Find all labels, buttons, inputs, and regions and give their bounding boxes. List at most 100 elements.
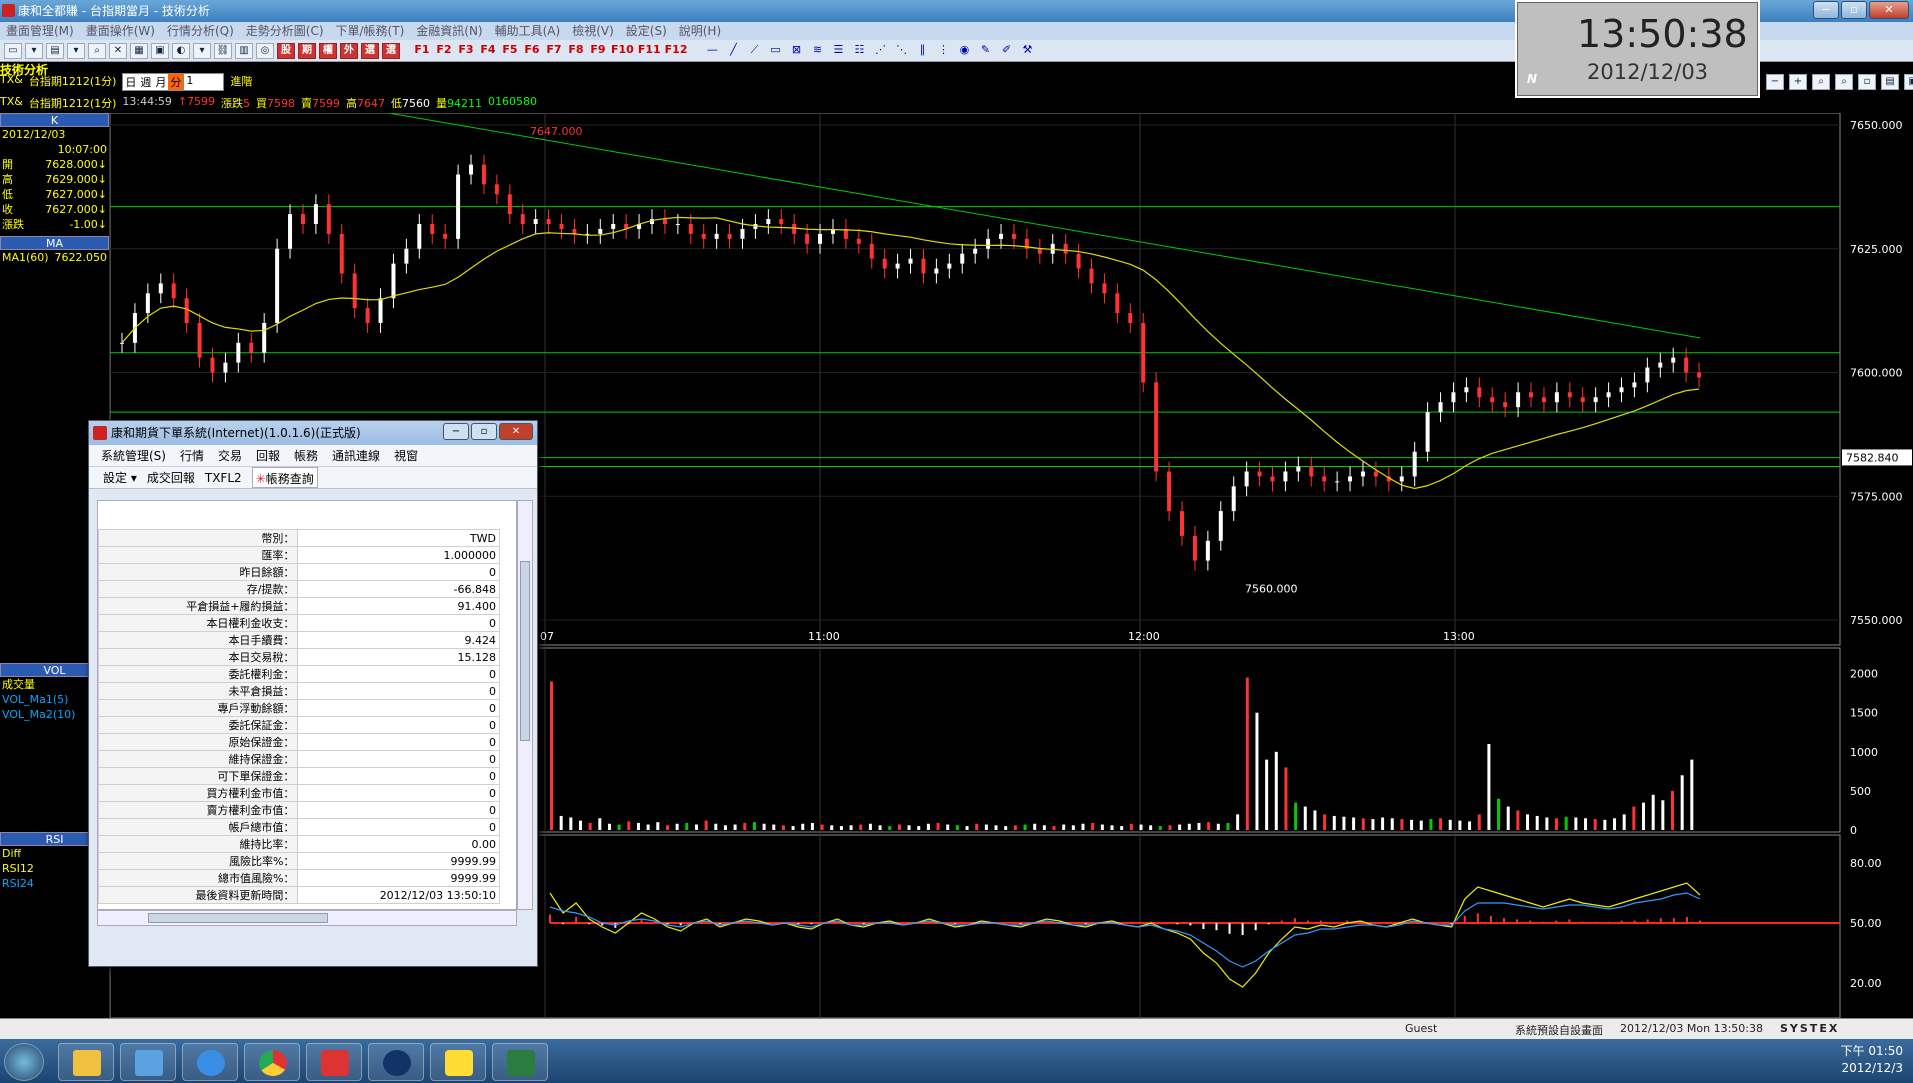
maximize-button[interactable]: ▫ bbox=[471, 423, 497, 440]
menu-item[interactable]: 行情分析(Q) bbox=[161, 22, 240, 40]
fkey-button[interactable]: F8 bbox=[567, 43, 585, 59]
lightning-app-icon[interactable] bbox=[430, 1043, 486, 1081]
fkey-button[interactable]: F4 bbox=[479, 43, 497, 59]
advanced-mode-label[interactable]: 進階 bbox=[230, 73, 252, 91]
excel-icon[interactable] bbox=[492, 1043, 548, 1081]
period-option-selected[interactable]: 分 bbox=[168, 74, 184, 90]
scroll-thumb[interactable] bbox=[520, 561, 530, 741]
quote-button[interactable]: 股 bbox=[277, 42, 295, 59]
link-icon[interactable]: ⛓ bbox=[214, 42, 232, 59]
dropdown-icon[interactable]: ▾ bbox=[193, 42, 211, 59]
layout-icon[interactable]: ▭ bbox=[4, 42, 22, 59]
grid-icon[interactable]: ▦ bbox=[130, 42, 148, 59]
layout-icon[interactable]: ▣ bbox=[1904, 74, 1913, 90]
fkey-button[interactable]: F6 bbox=[523, 43, 541, 59]
minimize-button[interactable]: − bbox=[1813, 1, 1839, 19]
period-option[interactable]: 月 bbox=[153, 74, 168, 90]
ray-tool-icon[interactable]: ⟋ bbox=[745, 43, 763, 59]
account-query-button[interactable]: ✳帳務查詢 bbox=[251, 467, 318, 488]
restore-icon[interactable]: ▫ bbox=[1858, 74, 1876, 90]
eraser-tool-icon[interactable]: ✐ bbox=[997, 43, 1015, 59]
fkey-button[interactable]: F3 bbox=[457, 43, 475, 59]
box-tool-icon[interactable]: ⊠ bbox=[787, 43, 805, 59]
concord-icon[interactable] bbox=[368, 1043, 424, 1081]
menu-item[interactable]: 說明(H) bbox=[673, 22, 727, 40]
channel-tool-icon[interactable]: ☰ bbox=[829, 43, 847, 59]
quote-button[interactable]: 期 bbox=[298, 42, 316, 59]
menu-item[interactable]: 下單/帳務(T) bbox=[330, 22, 411, 40]
settings-dropdown[interactable]: 設定 ▾ bbox=[103, 467, 137, 488]
chrome-icon[interactable] bbox=[244, 1043, 300, 1081]
quote-button[interactable]: 選 bbox=[361, 42, 379, 59]
pen-tool-icon[interactable]: ✎ bbox=[976, 43, 994, 59]
menu-item[interactable]: 金融資訊(N) bbox=[410, 22, 488, 40]
close-button[interactable]: ✕ bbox=[1869, 1, 1909, 19]
order-menu-item[interactable]: 系統管理(S) bbox=[101, 445, 166, 466]
trading-app-icon[interactable] bbox=[306, 1043, 362, 1081]
horizontal-scrollbar[interactable] bbox=[97, 910, 517, 926]
explorer-icon[interactable] bbox=[58, 1043, 114, 1081]
fill-report-button[interactable]: 成交回報 bbox=[147, 467, 195, 488]
period-option[interactable]: 週 bbox=[138, 74, 153, 90]
quote-button[interactable]: 外 bbox=[340, 42, 358, 59]
vertical-scrollbar[interactable] bbox=[517, 500, 533, 910]
order-menu-item[interactable]: 回報 bbox=[256, 445, 280, 466]
close-button[interactable]: ✕ bbox=[499, 423, 533, 440]
scroll-thumb[interactable] bbox=[148, 913, 328, 923]
save-icon[interactable]: ▤ bbox=[46, 42, 64, 59]
lines-tool-icon[interactable]: ∥ bbox=[913, 43, 931, 59]
menu-item[interactable]: 走勢分析圖(C) bbox=[240, 22, 330, 40]
dropdown-icon[interactable]: ▾ bbox=[25, 42, 43, 59]
order-menu-item[interactable]: 交易 bbox=[218, 445, 242, 466]
order-menu-item[interactable]: 行情 bbox=[180, 445, 204, 466]
zoom-icon[interactable]: ⌕ bbox=[88, 42, 106, 59]
fan-tool-icon[interactable]: ⋰ bbox=[871, 43, 889, 59]
menu-item[interactable]: 輔助工具(A) bbox=[489, 22, 567, 40]
fkey-button[interactable]: F1 bbox=[413, 43, 431, 59]
chart-icon[interactable]: ◐ bbox=[172, 42, 190, 59]
fkey-button[interactable]: F12 bbox=[665, 43, 688, 59]
book-icon[interactable] bbox=[120, 1043, 176, 1081]
fkey-button[interactable]: F2 bbox=[435, 43, 453, 59]
menu-item[interactable]: 設定(S) bbox=[620, 22, 673, 40]
ie-icon[interactable] bbox=[182, 1043, 238, 1081]
zoom-in-icon[interactable]: + bbox=[1789, 74, 1807, 90]
rect-tool-icon[interactable]: ▭ bbox=[766, 43, 784, 59]
fan2-tool-icon[interactable]: ⋱ bbox=[892, 43, 910, 59]
order-menu-item[interactable]: 帳務 bbox=[294, 445, 318, 466]
fib-tool-icon[interactable]: ≋ bbox=[808, 43, 826, 59]
menu-item[interactable]: 畫面管理(M) bbox=[0, 22, 80, 40]
start-button[interactable] bbox=[4, 1043, 44, 1081]
concord-icon[interactable]: ◎ bbox=[256, 42, 274, 59]
layout-icon[interactable]: ▤ bbox=[1881, 74, 1899, 90]
quote-button[interactable]: 權 bbox=[319, 42, 337, 59]
hline-tool-icon[interactable]: — bbox=[703, 43, 721, 59]
trendline-tool-icon[interactable]: ╱ bbox=[724, 43, 742, 59]
search-icon[interactable]: ⌕ bbox=[1812, 74, 1830, 90]
period-option[interactable]: 日 bbox=[123, 74, 138, 90]
maximize-button[interactable]: ▫ bbox=[1841, 1, 1867, 19]
cross-icon[interactable]: ✕ bbox=[109, 42, 127, 59]
order-window-titlebar[interactable]: 康和期貨下單系統(Internet)(1.0.1.6)(正式版) − ▫ ✕ bbox=[89, 421, 537, 445]
ma-header[interactable]: MA bbox=[0, 236, 109, 250]
fkey-button[interactable]: F10 bbox=[611, 43, 634, 59]
zoom-out-icon[interactable]: − bbox=[1766, 74, 1784, 90]
fkey-button[interactable]: F7 bbox=[545, 43, 563, 59]
order-menu-item[interactable]: 視窗 bbox=[394, 445, 418, 466]
period-selector[interactable]: 日 週 月 分 1 bbox=[122, 73, 225, 91]
period-value-input[interactable]: 1 bbox=[183, 74, 224, 90]
minimize-button[interactable]: − bbox=[443, 423, 469, 440]
fkey-button[interactable]: F11 bbox=[638, 43, 661, 59]
dropdown-icon[interactable]: ▾ bbox=[67, 42, 85, 59]
circle-tool-icon[interactable]: ◉ bbox=[955, 43, 973, 59]
window-icon[interactable]: ▣ bbox=[151, 42, 169, 59]
print-icon[interactable]: ▥ bbox=[235, 42, 253, 59]
contract-button[interactable]: TXFL2 bbox=[205, 467, 242, 488]
menu-item[interactable]: 畫面操作(W) bbox=[80, 22, 161, 40]
k-header[interactable]: K bbox=[0, 113, 109, 127]
menu-item[interactable]: 檢視(V) bbox=[566, 22, 620, 40]
grid-tool-icon[interactable]: ☷ bbox=[850, 43, 868, 59]
order-menu-item[interactable]: 通訊連線 bbox=[332, 445, 380, 466]
fkey-button[interactable]: F5 bbox=[501, 43, 519, 59]
wand-tool-icon[interactable]: ⚒ bbox=[1018, 43, 1036, 59]
